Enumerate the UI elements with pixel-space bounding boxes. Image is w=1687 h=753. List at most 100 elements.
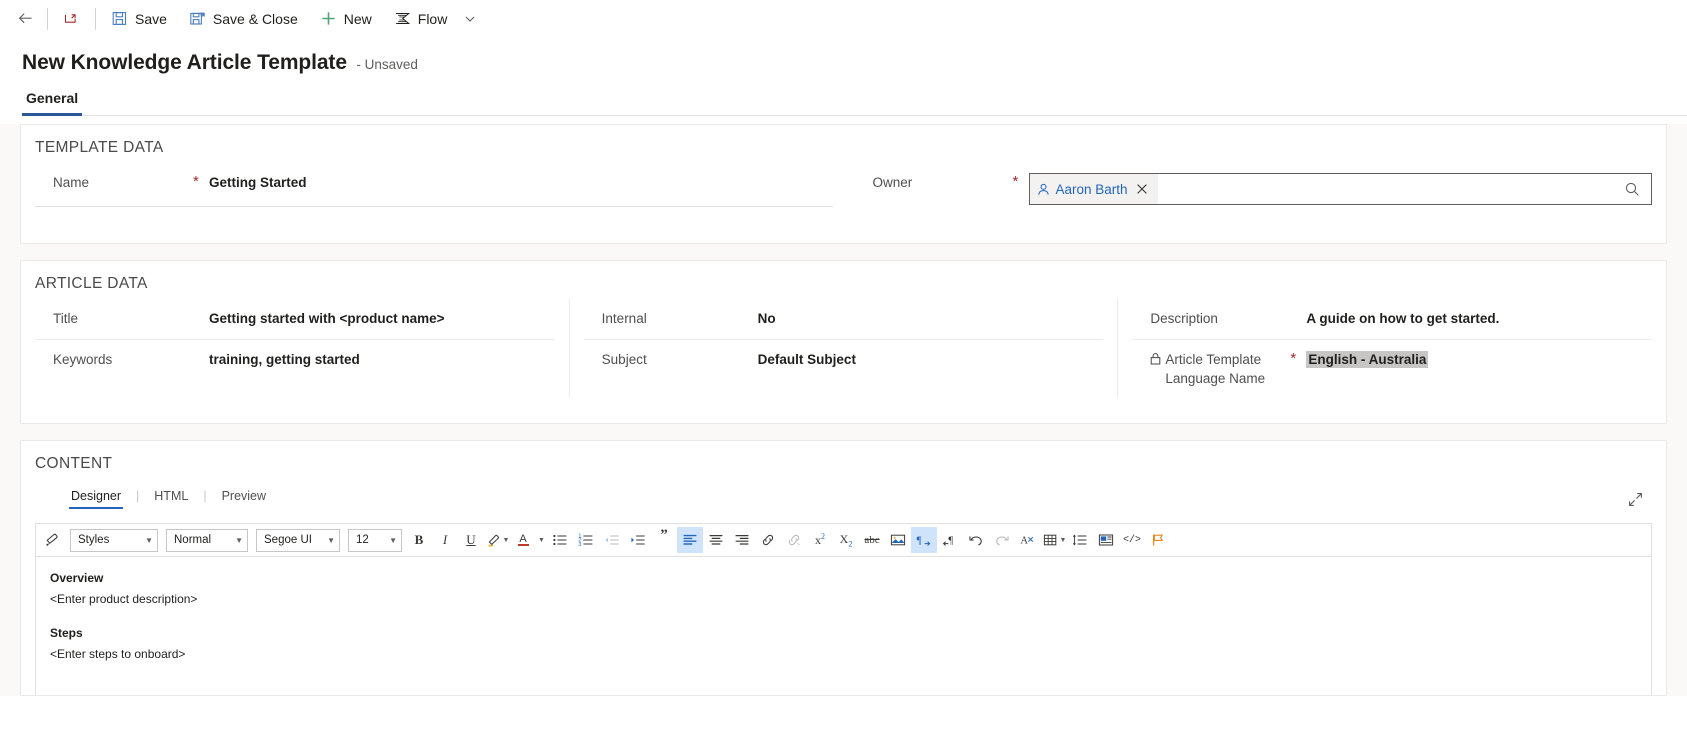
decrease-indent-icon — [599, 527, 625, 553]
font-color-icon[interactable]: A — [510, 527, 536, 553]
editor-tab-strip: Designer | HTML | Preview — [21, 479, 1666, 509]
align-left-icon[interactable] — [677, 527, 703, 553]
bulleted-list-icon[interactable] — [547, 527, 573, 553]
flag-icon[interactable] — [1145, 527, 1171, 553]
back-button[interactable] — [8, 4, 43, 34]
chevron-down-icon: ▼ — [389, 535, 397, 545]
open-in-new-window-icon — [63, 10, 80, 27]
rich-text-editor-body[interactable]: Overview <Enter product description> Ste… — [36, 557, 1651, 695]
superscript-glyph: x2 — [815, 532, 825, 547]
underline-icon[interactable]: U — [458, 527, 484, 553]
save-and-close-button-label: Save & Close — [212, 10, 298, 27]
template-data-column-right: Owner * Aaron Barth — [855, 163, 1667, 215]
source-code-glyph: </> — [1122, 534, 1141, 546]
undo-icon[interactable] — [963, 527, 989, 553]
highlight-color-icon[interactable]: ▼ — [484, 527, 510, 553]
field-owner-required-marker: * — [1012, 173, 1019, 190]
owner-lookup-pill[interactable]: Aaron Barth — [1029, 174, 1158, 204]
form-tab-strip: General — [22, 90, 1687, 116]
section-article-data-heading: ARTICLE DATA — [35, 275, 148, 292]
search-icon[interactable] — [1624, 181, 1645, 198]
svg-text:¶: ¶ — [948, 536, 953, 547]
paragraph-format-dropdown-value: Normal — [174, 534, 212, 546]
editor-line-steps-body: <Enter steps to onboard> — [50, 647, 186, 661]
insert-link-icon[interactable] — [755, 527, 781, 553]
table-icon[interactable]: ▼ — [1041, 527, 1067, 553]
field-title-label: Title — [53, 311, 79, 326]
increase-indent-icon[interactable] — [625, 527, 651, 553]
tab-preview[interactable]: Preview — [220, 489, 268, 509]
chevron-down-icon: ▼ — [327, 535, 335, 545]
field-keywords-label: Keywords — [53, 352, 113, 367]
section-content-heading: CONTENT — [35, 455, 113, 472]
template-data-grid: Name * Getting Started Owner * Aaron Bar… — [21, 163, 1666, 215]
lock-icon — [1150, 352, 1161, 365]
paragraph-format-dropdown[interactable]: Normal ▼ — [166, 528, 248, 552]
editor-tab-separator-2: | — [203, 489, 207, 503]
superscript-icon[interactable]: x2 — [807, 527, 833, 553]
new-button[interactable]: New — [309, 4, 383, 34]
font-family-dropdown[interactable]: Segoe UI ▼ — [256, 528, 340, 552]
align-center-icon[interactable] — [703, 527, 729, 553]
font-size-dropdown[interactable]: 12 ▼ — [348, 528, 402, 552]
font-size-dropdown-value: 12 — [356, 534, 369, 546]
tab-general[interactable]: General — [22, 90, 83, 116]
command-bar-overflow-button[interactable] — [458, 13, 482, 25]
section-article-data: ARTICLE DATA Title Getting started with … — [20, 260, 1667, 424]
field-title-value[interactable]: Getting started with <product name> — [209, 309, 555, 328]
command-bar-divider-1 — [47, 7, 48, 30]
flow-icon — [394, 10, 411, 27]
close-icon[interactable] — [1134, 183, 1150, 195]
field-name-value[interactable]: Getting Started — [209, 173, 833, 192]
source-code-icon[interactable]: </> — [1119, 527, 1145, 553]
block-quote-icon[interactable]: ” — [651, 527, 677, 553]
field-name: Name * Getting Started — [35, 163, 833, 207]
tab-preview-label: Preview — [221, 489, 267, 503]
template-data-column-left: Name * Getting Started — [21, 163, 855, 215]
expand-diagonal-icon[interactable] — [1627, 491, 1644, 508]
left-to-right-icon[interactable]: ¶ — [911, 527, 937, 553]
font-family-dropdown-value: Segoe UI — [264, 534, 312, 546]
chevron-down-icon: ▼ — [235, 535, 243, 545]
line-spacing-icon[interactable] — [1067, 527, 1093, 553]
save-button[interactable]: Save — [100, 4, 178, 34]
save-and-close-button[interactable]: Save & Close — [178, 4, 309, 34]
bold-icon[interactable]: B — [406, 527, 432, 553]
numbered-list-icon[interactable]: 123 — [573, 527, 599, 553]
strikethrough-icon[interactable]: abc — [859, 527, 885, 553]
tab-general-label: General — [26, 90, 79, 106]
field-internal-required-marker — [742, 309, 758, 311]
field-keywords-value[interactable]: training, getting started — [209, 350, 555, 369]
field-owner: Owner * Aaron Barth — [855, 163, 1652, 215]
flow-button-label: Flow — [417, 10, 448, 27]
styles-dropdown[interactable]: Styles ▼ — [70, 528, 158, 552]
insert-image-icon[interactable] — [885, 527, 911, 553]
open-in-new-window-button[interactable] — [52, 4, 91, 34]
field-internal: Internal No — [584, 299, 1104, 339]
form-body: TEMPLATE DATA Name * Getting Started Own… — [0, 124, 1687, 696]
field-article-template-language-name: Article Template Language Name * English… — [1132, 339, 1653, 397]
format-painter-icon[interactable] — [40, 527, 66, 553]
owner-lookup-pill-label: Aaron Barth — [1055, 181, 1128, 197]
tab-html[interactable]: HTML — [152, 489, 190, 509]
field-subject-value[interactable]: Default Subject — [758, 350, 1104, 369]
editor-line-steps-heading: Steps — [50, 626, 83, 640]
field-description-value[interactable]: A guide on how to get started. — [1306, 309, 1652, 328]
font-color-caret[interactable]: ▼ — [536, 527, 547, 553]
right-to-left-icon[interactable]: ¶ — [937, 527, 963, 553]
subscript-icon[interactable]: X2 — [833, 527, 859, 553]
align-right-icon[interactable] — [729, 527, 755, 553]
field-name-required-marker: * — [193, 173, 199, 190]
font-color-glyph: A — [519, 533, 527, 545]
clear-formatting-icon[interactable]: A — [1015, 527, 1041, 553]
tab-designer[interactable]: Designer — [69, 489, 124, 509]
image-with-text-icon[interactable] — [1093, 527, 1119, 553]
bold-glyph: B — [414, 532, 424, 547]
field-internal-label: Internal — [601, 311, 647, 326]
italic-icon[interactable]: I — [432, 527, 458, 553]
owner-lookup-input[interactable]: Aaron Barth — [1028, 173, 1652, 205]
subscript-glyph: X2 — [839, 531, 853, 549]
flow-button[interactable]: Flow — [383, 4, 459, 34]
field-article-template-language-name-value-wrap[interactable]: English - Australia — [1306, 350, 1652, 369]
field-internal-value[interactable]: No — [758, 309, 1104, 328]
